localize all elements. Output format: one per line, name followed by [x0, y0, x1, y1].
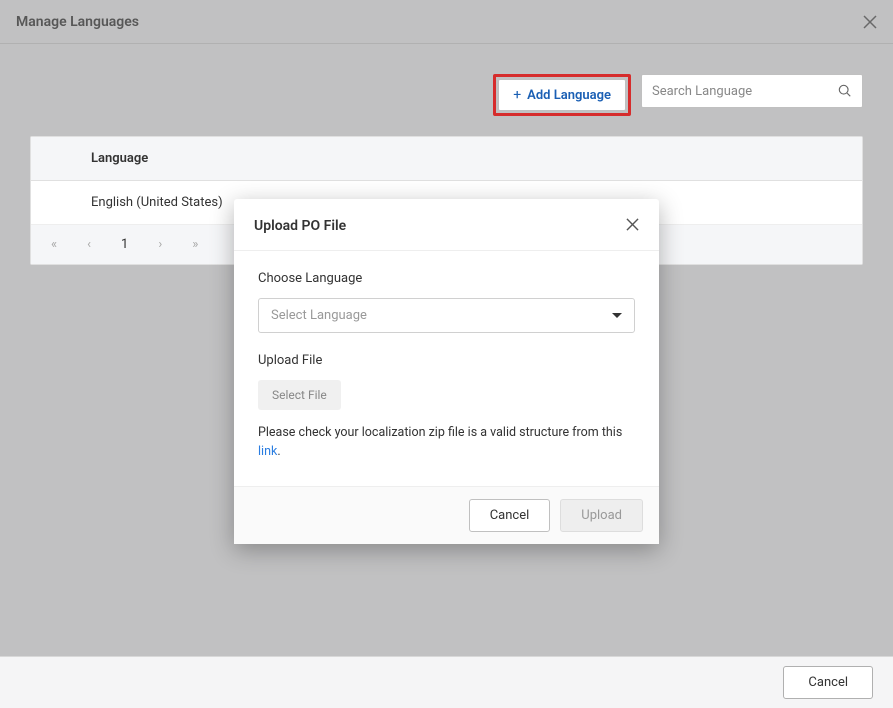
table-header-language: Language: [31, 137, 862, 181]
modal-footer: Cancel Upload: [234, 486, 659, 544]
window-footer: Cancel: [0, 656, 893, 708]
help-text: Please check your localization zip file …: [258, 424, 635, 462]
modal-cancel-button[interactable]: Cancel: [469, 499, 551, 532]
upload-modal: Upload PO File Choose Language Select La…: [234, 199, 659, 544]
next-page-icon[interactable]: ›: [158, 237, 162, 252]
current-page: 1: [121, 237, 128, 252]
modal-header: Upload PO File: [234, 199, 659, 251]
toolbar: + Add Language: [30, 74, 863, 116]
last-page-icon[interactable]: »: [192, 237, 198, 252]
modal-body: Choose Language Select Language Upload F…: [234, 251, 659, 486]
search-field[interactable]: [641, 74, 863, 108]
first-page-icon[interactable]: «: [51, 237, 57, 252]
search-input[interactable]: [652, 84, 838, 99]
search-icon: [838, 84, 852, 98]
select-file-button[interactable]: Select File: [258, 380, 341, 410]
language-select[interactable]: Select Language: [258, 298, 635, 333]
plus-icon: +: [513, 87, 521, 103]
modal-upload-button[interactable]: Upload: [560, 499, 643, 532]
upload-file-label: Upload File: [258, 353, 635, 368]
footer-cancel-button[interactable]: Cancel: [783, 666, 873, 699]
add-language-button[interactable]: + Add Language: [498, 79, 626, 111]
select-placeholder: Select Language: [271, 308, 367, 323]
help-link[interactable]: link: [258, 444, 277, 459]
choose-language-label: Choose Language: [258, 271, 635, 286]
modal-title: Upload PO File: [254, 218, 346, 234]
prev-page-icon[interactable]: ‹: [87, 237, 91, 252]
chevron-down-icon: [612, 313, 622, 318]
add-language-label: Add Language: [527, 88, 611, 103]
highlight-annotation: + Add Language: [493, 74, 631, 116]
modal-close-icon[interactable]: [626, 215, 639, 236]
